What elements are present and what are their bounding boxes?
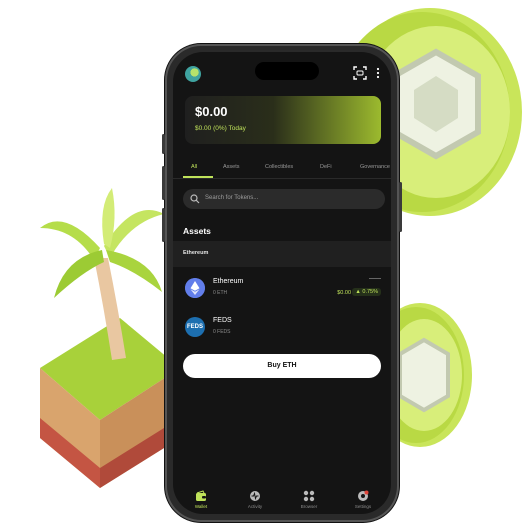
tab-all[interactable]: All bbox=[191, 164, 197, 170]
search-icon bbox=[190, 194, 200, 204]
total-balance: $0.00 bbox=[195, 104, 228, 119]
tab-governance[interactable]: Governance bbox=[360, 164, 390, 170]
balance-change: $0.00 (0%) Today bbox=[195, 125, 246, 132]
active-tab-indicator bbox=[183, 176, 213, 178]
tab-collectibles[interactable]: Collectibles bbox=[265, 164, 293, 170]
assets-heading: Assets bbox=[183, 226, 211, 236]
asset-name: FEDS bbox=[213, 317, 232, 324]
token-search-input[interactable]: Search for Tokens... bbox=[183, 189, 385, 209]
scan-icon[interactable] bbox=[353, 66, 367, 80]
asset-row-ethereum[interactable]: Ethereum 0 ETH —— $0.00 ▲ 0.75% bbox=[173, 274, 391, 304]
nav-label: Wallet bbox=[194, 504, 208, 509]
volume-down-button bbox=[162, 208, 165, 242]
buy-eth-button[interactable]: Buy ETH bbox=[183, 354, 381, 378]
nav-settings[interactable]: Settings bbox=[343, 490, 383, 509]
tabs-divider bbox=[173, 178, 391, 179]
asset-amount: 0 ETH bbox=[213, 290, 228, 296]
ethereum-icon bbox=[185, 278, 205, 298]
top-bar bbox=[173, 64, 391, 88]
browser-icon bbox=[303, 490, 315, 502]
wallet-icon bbox=[196, 490, 206, 501]
nav-label: Browser bbox=[300, 504, 318, 509]
nav-label: Activity bbox=[247, 504, 263, 509]
asset-amount: 0 FEDS bbox=[213, 329, 231, 335]
tab-defi[interactable]: DeFi bbox=[320, 164, 332, 170]
nav-label: Settings bbox=[354, 504, 372, 509]
asset-name: Ethereum bbox=[213, 278, 244, 285]
nav-browser[interactable]: Browser bbox=[289, 490, 329, 509]
phone-frame: $0.00 $0.00 (0%) Today All Assets Collec… bbox=[162, 44, 402, 522]
activity-icon bbox=[250, 491, 260, 501]
asset-fiat-value: $0.00 bbox=[337, 290, 351, 296]
network-label: Ethereum bbox=[183, 250, 209, 256]
asset-change-badge: ▲ 0.75% bbox=[352, 288, 381, 296]
asset-price: —— bbox=[369, 276, 381, 282]
tab-assets[interactable]: Assets bbox=[223, 164, 240, 170]
feds-token-icon: FEDS bbox=[185, 317, 205, 337]
asset-row-feds[interactable]: FEDS FEDS 0 FEDS bbox=[173, 313, 391, 343]
mute-switch bbox=[162, 134, 165, 154]
power-button bbox=[399, 182, 402, 232]
settings-icon bbox=[358, 490, 369, 501]
nav-activity[interactable]: Activity bbox=[235, 490, 275, 509]
search-placeholder: Search for Tokens... bbox=[205, 195, 259, 201]
network-header: Ethereum bbox=[173, 241, 391, 267]
nav-wallet[interactable]: Wallet bbox=[181, 490, 221, 509]
asset-tabs: All Assets Collectibles DeFi Governance bbox=[173, 160, 391, 180]
volume-up-button bbox=[162, 166, 165, 200]
account-avatar[interactable] bbox=[185, 66, 201, 82]
app-screen: $0.00 $0.00 (0%) Today All Assets Collec… bbox=[173, 52, 391, 514]
more-icon[interactable] bbox=[375, 66, 381, 80]
bottom-navigation: Wallet Activity Browser Settings bbox=[173, 490, 391, 514]
balance-card[interactable]: $0.00 $0.00 (0%) Today bbox=[185, 96, 381, 144]
